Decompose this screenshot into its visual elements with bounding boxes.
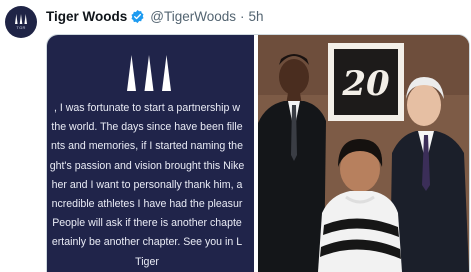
author-handle[interactable]: @TigerWoods xyxy=(150,9,236,24)
statement-line: ertainly be another chapter. See you in … xyxy=(51,236,243,249)
backdrop-number: 20 xyxy=(341,64,390,104)
statement-line: People will ask if there is another chap… xyxy=(52,217,242,230)
statement-line: , I was fortunate to start a partnership… xyxy=(53,102,241,114)
statement-line: the world. The days since have been fill… xyxy=(51,121,243,134)
statement-line: ght's passion and vision brought this Ni… xyxy=(49,159,245,172)
statement-image[interactable]: , I was fortunate to start a partnership… xyxy=(47,35,254,272)
statement-signature: Tiger xyxy=(135,255,159,268)
tweet-timestamp[interactable]: 5h xyxy=(249,9,264,24)
event-photo-illustration: 20 xyxy=(258,35,469,272)
meta-separator: · xyxy=(240,8,245,24)
avatar-logo-text: TGR xyxy=(16,25,26,30)
statement-text: , I was fortunate to start a partnership… xyxy=(47,99,255,272)
statement-line: her and I want to personally thank him, … xyxy=(51,178,243,191)
tweet-header: Tiger Woods @TigerWoods · 5h xyxy=(46,6,264,26)
author-name[interactable]: Tiger Woods xyxy=(46,9,127,24)
tgr-logo-icon xyxy=(15,14,27,24)
statement-line: ncredible athletes I have had the pleasu… xyxy=(51,198,243,211)
event-photo[interactable]: 20 xyxy=(258,35,469,272)
statement-line: nts and memories, if I started naming th… xyxy=(51,140,243,153)
avatar[interactable]: TGR xyxy=(5,6,37,38)
tweet-media: , I was fortunate to start a partnership… xyxy=(46,34,470,272)
tgr-logo-icon xyxy=(127,55,171,91)
verified-badge-icon xyxy=(130,9,145,24)
tweet-card[interactable]: TGR Tiger Woods @TigerWoods · 5h , I was… xyxy=(0,0,471,272)
